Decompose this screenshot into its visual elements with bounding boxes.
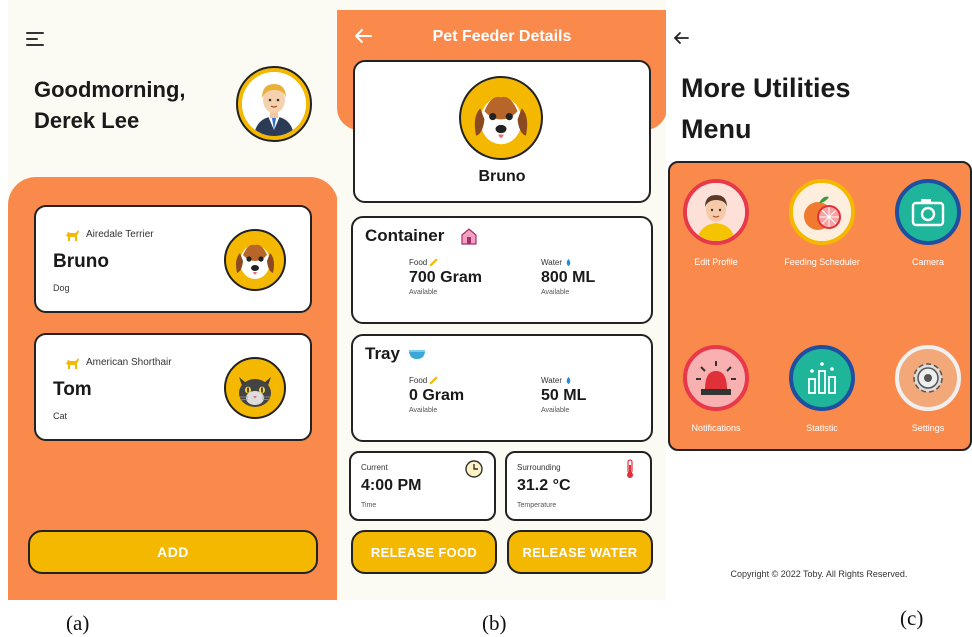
copyright-text: Copyright © 2022 Toby. All Rights Reserv… <box>730 569 908 579</box>
temp-caption: Temperature <box>517 502 557 509</box>
settings-item[interactable]: Settings <box>878 345 972 433</box>
grapefruit-icon <box>789 179 855 245</box>
food-label: Food <box>409 258 428 267</box>
user-name: Derek Lee <box>34 108 140 133</box>
edit-profile-item[interactable]: Edit Profile <box>666 179 766 267</box>
greeting: Goodmorning, Derek Lee <box>34 74 186 136</box>
back-arrow-icon[interactable] <box>672 29 690 47</box>
temperature-card: Surrounding 31.2 °C Temperature <box>505 451 652 521</box>
dog-avatar <box>459 76 543 160</box>
thermometer-icon <box>627 459 633 478</box>
food-status: Available <box>409 289 438 297</box>
title-line: More Utilities <box>681 73 851 103</box>
water-drop-icon <box>566 377 571 385</box>
dog-silhouette-icon <box>66 358 79 369</box>
release-water-button[interactable]: RELEASE WATER <box>507 530 653 574</box>
cat-avatar <box>224 357 286 419</box>
bone-icon <box>429 377 438 385</box>
pet-card-bruno[interactable]: Airedale Terrier Bruno Dog <box>34 205 312 313</box>
current-time-card: Current 4:00 PM Time <box>349 451 496 521</box>
utility-label: Feeding Scheduler <box>784 257 860 267</box>
chart-icon <box>789 345 855 411</box>
pet-type: Cat <box>53 411 68 421</box>
utility-label: Notifications <box>691 423 741 433</box>
pet-breed: Airedale Terrier <box>86 229 154 240</box>
notifications-item[interactable]: Notifications <box>666 345 766 433</box>
caption-a: (a) <box>66 611 90 635</box>
container-water: Water 800 ML Available <box>541 258 595 296</box>
pet-profile-card: Bruno <box>353 60 651 203</box>
pet-name: Bruno <box>478 168 526 185</box>
page-title: Pet Feeder Details <box>432 28 572 45</box>
caption-b: (b) <box>482 611 507 635</box>
temp-label: Surrounding <box>517 463 561 472</box>
dog-silhouette-icon <box>66 230 79 241</box>
camera-item[interactable]: Camera <box>878 179 972 267</box>
home-screen: Goodmorning, Derek Lee Airedale Terrier … <box>8 0 338 600</box>
utility-label: Edit Profile <box>694 257 738 267</box>
pet-card-tom[interactable]: American Shorthair Tom Cat <box>34 333 312 441</box>
camera-icon <box>895 179 961 245</box>
alarm-icon <box>683 345 749 411</box>
food-value: 0 Gram <box>409 387 465 405</box>
statistic-item[interactable]: Statistic <box>772 345 872 433</box>
greeting-line: Goodmorning, <box>34 77 186 102</box>
utility-label: Camera <box>911 257 944 267</box>
water-label: Water <box>541 258 563 267</box>
bone-icon <box>429 259 438 267</box>
more-utilities-screen: More Utilities Menu Edit Profile Feeding… <box>666 0 972 600</box>
utility-label: Statistic <box>806 423 838 433</box>
page-title: More Utilities Menu <box>681 68 851 150</box>
pet-name: Bruno <box>53 251 109 272</box>
tray-title: Tray <box>365 344 400 363</box>
water-status: Available <box>541 289 570 297</box>
profile-icon <box>683 179 749 245</box>
food-value: 700 Gram <box>409 269 482 287</box>
tray-card: Tray Food 0 Gram Available Water 50 ML A… <box>351 334 653 442</box>
man-avatar-icon <box>242 72 306 136</box>
gear-icon <box>895 345 961 411</box>
utility-label: Settings <box>911 423 945 433</box>
title-line: Menu <box>681 114 752 144</box>
water-label: Water <box>541 376 563 385</box>
container-card: Container Food 700 Gram Available Water … <box>351 216 653 324</box>
water-drop-icon <box>566 259 571 267</box>
container-food: Food 700 Gram Available <box>409 258 482 296</box>
pet-name: Tom <box>53 379 92 400</box>
menu-icon[interactable] <box>26 32 48 48</box>
tray-food: Food 0 Gram Available <box>409 376 464 414</box>
time-label: Current <box>361 463 388 472</box>
cat-icon <box>239 377 271 407</box>
water-value: 800 ML <box>541 269 596 287</box>
water-status: Available <box>541 407 570 415</box>
pet-type: Dog <box>53 283 70 293</box>
utilities-grid: Edit Profile Feeding Scheduler Camera No… <box>668 161 972 451</box>
tray-water: Water 50 ML Available <box>541 376 586 414</box>
pet-feeder-details-screen: Pet Feeder Details Bruno Container Food … <box>337 0 667 600</box>
dog-icon <box>474 96 528 145</box>
time-value: 4:00 PM <box>361 477 422 494</box>
temp-value: 31.2 °C <box>517 477 571 494</box>
clock-icon <box>465 460 483 478</box>
food-label: Food <box>409 376 428 385</box>
dog-avatar <box>224 229 286 291</box>
food-status: Available <box>409 407 438 415</box>
water-value: 50 ML <box>541 387 587 405</box>
feeding-scheduler-item[interactable]: Feeding Scheduler <box>772 179 872 267</box>
caption-c: (c) <box>900 606 924 630</box>
add-pet-button[interactable]: ADD <box>28 530 318 574</box>
house-icon <box>461 228 477 245</box>
user-avatar[interactable] <box>236 66 312 142</box>
time-caption: Time <box>361 502 377 509</box>
dog-icon <box>236 244 274 279</box>
container-title: Container <box>365 226 445 245</box>
pet-breed: American Shorthair <box>86 357 172 368</box>
bowl-icon <box>409 350 425 359</box>
release-food-button[interactable]: RELEASE FOOD <box>351 530 497 574</box>
